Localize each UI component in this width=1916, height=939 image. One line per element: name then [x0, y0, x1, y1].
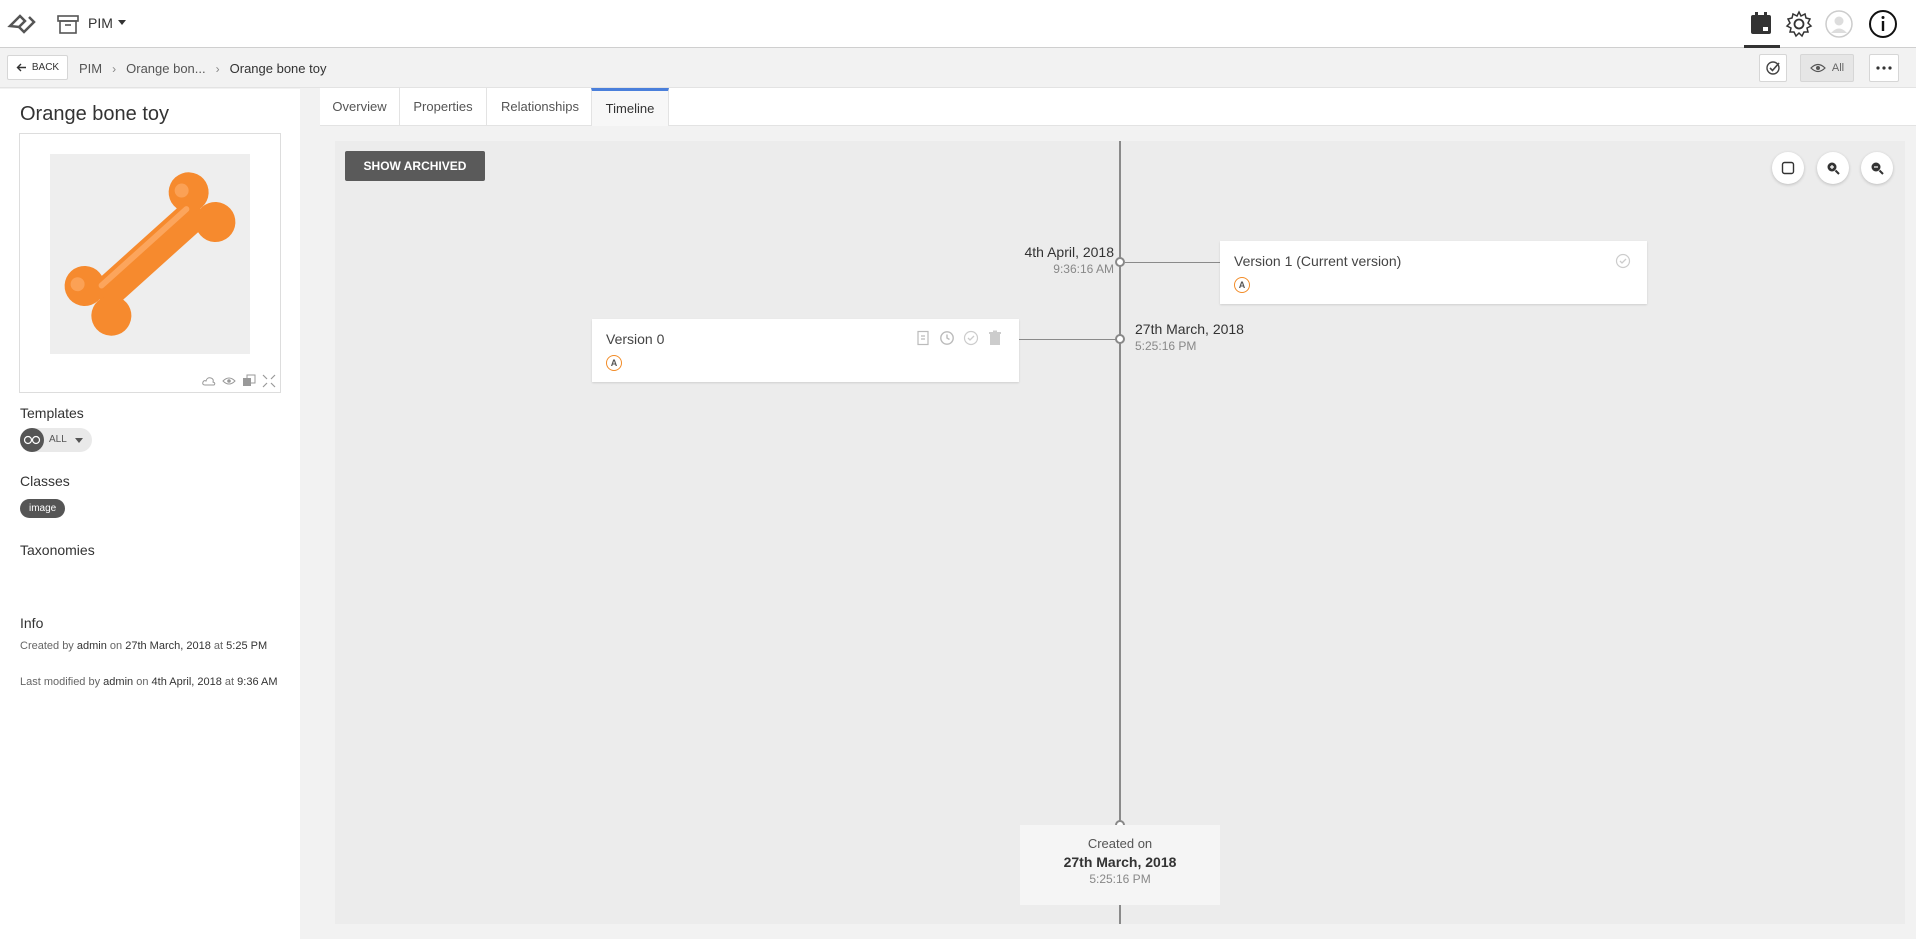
- calendar-icon[interactable]: [1746, 9, 1776, 39]
- view-filter-label: All: [1831, 62, 1845, 74]
- check-circle-icon[interactable]: [1615, 253, 1631, 269]
- created-marker: Created on 27th March, 2018 5:25:16 PM: [1020, 825, 1220, 905]
- tab-timeline[interactable]: Timeline: [591, 88, 669, 126]
- tab-relationships[interactable]: Relationships: [487, 88, 594, 125]
- zoom-in-button[interactable]: [1817, 152, 1849, 184]
- template-selector[interactable]: ALL: [20, 428, 92, 452]
- check-circle-icon: [1766, 61, 1780, 75]
- taxonomies-label: Taxonomies: [20, 542, 95, 558]
- asset-sidebar: Orange bone toy Templates ALL Classes im…: [0, 89, 300, 939]
- check-circle-icon[interactable]: [963, 330, 979, 346]
- created-date: 27th March, 2018: [1063, 854, 1177, 870]
- template-value: ALL: [49, 434, 67, 445]
- version-time: 5:25:16 PM: [1135, 339, 1197, 353]
- info-modified: Last modified by admin on 4th April, 201…: [20, 676, 278, 688]
- collapse-icon[interactable]: [262, 374, 276, 388]
- info-label: Info: [20, 615, 44, 631]
- bone-toy-image: [64, 172, 236, 336]
- tab-overview[interactable]: Overview: [320, 88, 400, 125]
- timeline-node: [1115, 257, 1125, 267]
- user-badge: A: [606, 355, 622, 371]
- checklist-button[interactable]: [1759, 54, 1787, 82]
- version-date: 4th April, 2018: [1024, 244, 1114, 260]
- eye-icon[interactable]: [222, 374, 236, 388]
- arrow-left-icon: [16, 63, 26, 72]
- square-icon: [1781, 161, 1795, 175]
- version-card[interactable]: Version 0 A: [592, 319, 1019, 382]
- user-avatar-icon[interactable]: [1824, 9, 1854, 39]
- zoom-out-button[interactable]: [1861, 152, 1893, 184]
- more-options-button[interactable]: [1869, 54, 1899, 82]
- timeline-canvas[interactable]: SHOW ARCHIVED 4th April, 2018 9:36:16 AM…: [335, 141, 1905, 924]
- asset-title: Orange bone toy: [20, 103, 169, 125]
- show-archived-button[interactable]: SHOW ARCHIVED: [345, 151, 485, 181]
- file-compare-icon[interactable]: [915, 330, 931, 346]
- chevron-right-icon: ›: [112, 61, 117, 76]
- tab-bar: Overview Properties Relationships Timeli…: [320, 88, 1916, 126]
- copy-icon[interactable]: [242, 374, 256, 388]
- version-title: Version 0: [606, 331, 665, 347]
- templates-label: Templates: [20, 405, 84, 421]
- info-created: Created by admin on 27th March, 2018 at …: [20, 640, 268, 652]
- thumbnail-image: [50, 154, 250, 354]
- back-button[interactable]: BACK: [7, 55, 68, 80]
- chevron-down-icon[interactable]: [118, 20, 126, 25]
- created-label: Created on: [1087, 836, 1153, 851]
- classes-label: Classes: [20, 473, 70, 489]
- view-filter-button[interactable]: All: [1800, 54, 1854, 82]
- restore-icon[interactable]: [939, 330, 955, 346]
- zoom-out-icon: [1871, 162, 1884, 175]
- timeline-connector: [1125, 262, 1222, 263]
- zoom-in-icon: [1827, 162, 1840, 175]
- active-indicator: [1744, 45, 1780, 48]
- breadcrumb-item-parent[interactable]: Orange bon...: [126, 61, 206, 76]
- version-time: 9:36:16 AM: [1053, 262, 1114, 276]
- timeline-connector: [1019, 339, 1119, 340]
- chevron-down-icon: [75, 438, 83, 443]
- archive-icon[interactable]: [56, 13, 80, 35]
- eye-icon: [1810, 63, 1826, 73]
- chevron-right-icon: ›: [215, 61, 220, 76]
- fit-view-button[interactable]: [1772, 152, 1804, 184]
- class-chip[interactable]: image: [20, 499, 66, 518]
- top-bar: PIM: [0, 0, 1916, 48]
- template-icon: [20, 428, 44, 452]
- version-date: 27th March, 2018: [1135, 321, 1244, 337]
- version-title: Version 1 (Current version): [1234, 253, 1402, 269]
- timeline-node: [1115, 334, 1125, 344]
- back-button-label: BACK: [31, 62, 60, 73]
- asset-thumbnail[interactable]: [19, 133, 281, 393]
- breadcrumb-bar: BACK PIM › Orange bon... › Orange bone t…: [0, 49, 1916, 88]
- user-badge: A: [1234, 277, 1250, 293]
- tab-properties[interactable]: Properties: [400, 88, 487, 125]
- created-time: 5:25:16 PM: [1089, 872, 1151, 886]
- trash-icon[interactable]: [987, 330, 1003, 346]
- app-switcher-label[interactable]: PIM: [88, 15, 113, 31]
- breadcrumb-item-pim[interactable]: PIM: [79, 61, 102, 76]
- more-horizontal-icon: [1876, 66, 1892, 70]
- breadcrumb-item-current: Orange bone toy: [229, 61, 327, 76]
- version-card[interactable]: Version 1 (Current version) A: [1220, 241, 1647, 304]
- thumbnail-actions: [202, 374, 276, 388]
- info-icon[interactable]: [1868, 9, 1898, 39]
- breadcrumb: PIM › Orange bon... › Orange bone toy: [79, 61, 326, 76]
- app-logo-icon[interactable]: [6, 8, 38, 40]
- cloud-upload-icon[interactable]: [202, 374, 216, 388]
- gear-icon[interactable]: [1784, 9, 1814, 39]
